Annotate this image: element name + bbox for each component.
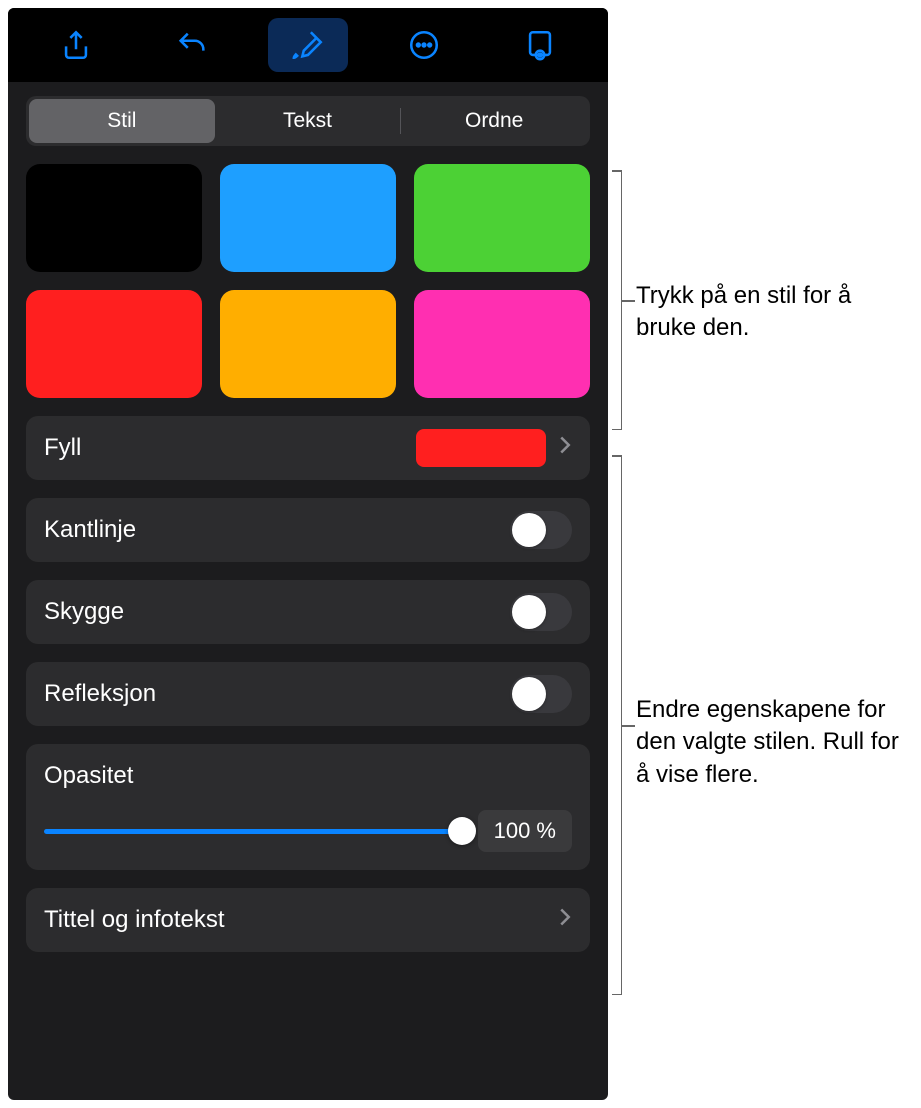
undo-icon [175,28,209,62]
border-toggle[interactable] [510,511,572,549]
opacity-controls: 100 % [44,810,572,852]
tab-arrange[interactable]: Ordne [401,99,587,143]
opacity-slider[interactable] [44,817,462,845]
share-icon [59,28,93,62]
callout-bracket [610,170,622,430]
fill-label: Fyll [44,434,81,462]
style-swatch[interactable] [26,290,202,398]
share-button[interactable] [36,18,116,72]
style-swatches [26,164,590,398]
callout-properties: Endre egenskapene for den valgte stilen.… [636,694,916,791]
toggle-knob [512,677,546,711]
paintbrush-icon [291,28,325,62]
slider-track [44,829,462,834]
reflection-toggle[interactable] [510,675,572,713]
opacity-label: Opasitet [44,762,572,790]
shadow-label: Skygge [44,598,124,626]
format-tabs: Stil Tekst Ordne [26,96,590,146]
border-label: Kantlinje [44,516,136,544]
callout-styles: Trykk på en stil for å bruke den. [636,280,906,345]
chevron-right-icon [558,434,572,462]
toggle-knob [512,595,546,629]
tab-style[interactable]: Stil [29,99,215,143]
document-view-icon [523,28,557,62]
top-toolbar [8,8,608,82]
border-row[interactable]: Kantlinje [26,498,590,562]
more-icon [407,28,441,62]
style-swatch[interactable] [414,290,590,398]
toggle-knob [512,513,546,547]
undo-button[interactable] [152,18,232,72]
fill-color-sample [416,429,546,467]
reflection-row[interactable]: Refleksjon [26,662,590,726]
title-caption-label: Tittel og infotekst [44,906,225,934]
style-swatch[interactable] [414,164,590,272]
opacity-row: Opasitet 100 % [26,744,590,870]
shadow-row[interactable]: Skygge [26,580,590,644]
style-swatch[interactable] [220,290,396,398]
format-panel: Stil Tekst Ordne Fyll Kantlinje Skygge R… [8,8,608,1100]
callout-bracket [610,455,622,995]
chevron-right-icon [558,906,572,934]
fill-row[interactable]: Fyll [26,416,590,480]
style-swatch[interactable] [26,164,202,272]
reflection-label: Refleksjon [44,680,156,708]
more-button[interactable] [384,18,464,72]
title-caption-row[interactable]: Tittel og infotekst [26,888,590,952]
opacity-value[interactable]: 100 % [478,810,572,852]
slider-fill [44,829,462,834]
shadow-toggle[interactable] [510,593,572,631]
format-button[interactable] [268,18,348,72]
tab-text[interactable]: Tekst [215,99,401,143]
slider-thumb[interactable] [448,817,476,845]
presenter-button[interactable] [500,18,580,72]
style-swatch[interactable] [220,164,396,272]
